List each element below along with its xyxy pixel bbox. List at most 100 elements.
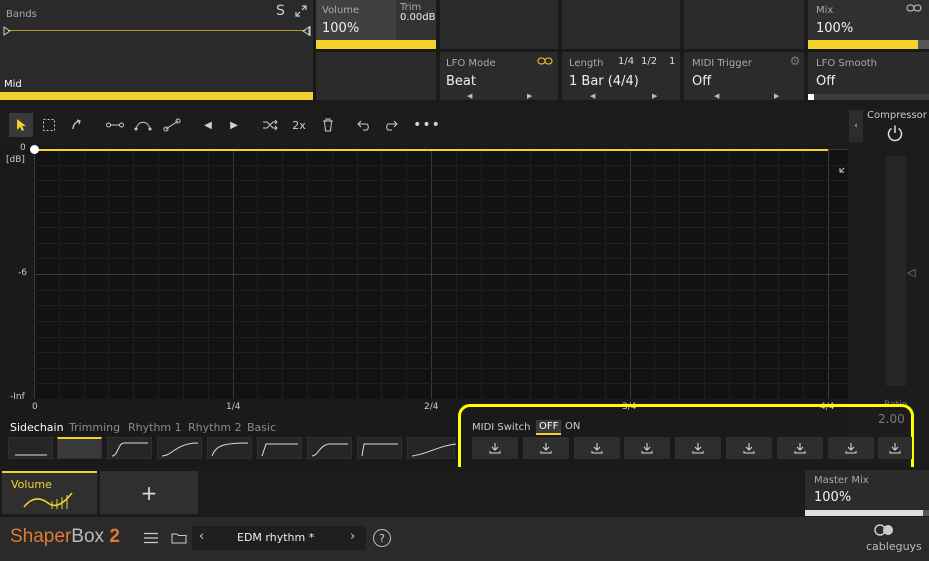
- lfo-mode-next-arrow[interactable]: ▶: [527, 92, 532, 100]
- preset-browser[interactable]: ‹ EDM rhythm * ›: [192, 526, 366, 550]
- y-tick-1: -6: [18, 268, 27, 278]
- lfo-smooth-label: LFO Smooth: [816, 58, 877, 69]
- mix-link-icon[interactable]: [906, 3, 922, 13]
- preset-shape-7[interactable]: [307, 437, 352, 459]
- shift-right-button[interactable]: ▶: [222, 113, 246, 137]
- crossover-right-handle[interactable]: [301, 25, 311, 36]
- preset-shape-4[interactable]: [157, 437, 202, 459]
- lfo-smooth-knob[interactable]: LFO Smooth Off: [808, 52, 929, 100]
- preset-tab-rhythm-2[interactable]: Rhythm 2: [188, 421, 242, 434]
- ramp-shape-button[interactable]: [160, 113, 184, 137]
- band-selected-bar[interactable]: [0, 92, 313, 100]
- band-crossover-line[interactable]: [8, 30, 306, 31]
- preset-shape-3[interactable]: [107, 437, 152, 459]
- crossover-left-handle[interactable]: [2, 25, 12, 36]
- download-icon: [743, 443, 755, 454]
- midi-slot-4[interactable]: [624, 437, 671, 459]
- shift-left-button[interactable]: ◀: [196, 113, 220, 137]
- preset-tab-rhythm-1[interactable]: Rhythm 1: [128, 421, 182, 434]
- bands-panel[interactable]: Bands S Mid: [0, 0, 313, 100]
- select-tool-button[interactable]: [37, 113, 61, 137]
- folder-button[interactable]: [168, 528, 190, 548]
- band-label: Mid: [4, 79, 22, 90]
- grid-line-h: [34, 195, 862, 197]
- volume-wave-icon: [22, 491, 74, 515]
- x-tick-2: 2/4: [424, 402, 439, 412]
- envelope-graph[interactable]: [34, 149, 862, 399]
- length-quarter-button[interactable]: 1/4: [618, 56, 634, 67]
- lfo-smooth-handle[interactable]: [808, 94, 814, 100]
- envelope-point[interactable]: [30, 145, 39, 154]
- expand-icon[interactable]: [294, 4, 308, 18]
- preset-tab-sidechain[interactable]: Sidechain: [10, 421, 64, 434]
- preset-shape-9[interactable]: [407, 437, 457, 459]
- add-tab-button[interactable]: +: [100, 471, 198, 514]
- length-one-button[interactable]: 1: [669, 56, 675, 67]
- length-next-arrow[interactable]: ▶: [652, 92, 657, 100]
- master-mix-track: [805, 510, 929, 516]
- y-tick-0: 0: [20, 143, 26, 153]
- preset-prev-arrow[interactable]: ‹: [199, 529, 204, 544]
- length-selector[interactable]: Length 1/4 1/2 1 1 Bar (4/4) ◀ ▶: [562, 52, 680, 100]
- midi-switch-label: MIDI Switch: [472, 422, 531, 433]
- grid-line-h: [34, 211, 862, 213]
- midi-slot-3[interactable]: [573, 437, 620, 459]
- curve-shape-button[interactable]: [131, 113, 155, 137]
- preset-shape-1[interactable]: [8, 437, 53, 459]
- grid-line-h: [34, 320, 862, 322]
- midi-slot-8[interactable]: [827, 437, 874, 459]
- midi-slot-2[interactable]: [522, 437, 569, 459]
- envelope-line[interactable]: [34, 149, 828, 151]
- bands-title: Bands: [6, 9, 37, 20]
- preset-shape-2[interactable]: [57, 437, 102, 459]
- length-prev-arrow[interactable]: ◀: [590, 92, 595, 100]
- trash-icon[interactable]: [316, 113, 340, 137]
- master-mix-knob[interactable]: Master Mix 100%: [805, 470, 929, 516]
- mix-knob[interactable]: Mix 100%: [808, 0, 929, 49]
- preset-shape-6[interactable]: [257, 437, 302, 459]
- midi-slot-9[interactable]: [878, 437, 913, 459]
- preset-shape-8[interactable]: [357, 437, 402, 459]
- multiply-button[interactable]: 2x: [287, 113, 311, 137]
- midi-trigger-selector[interactable]: MIDI Trigger ⚙ Off ◀ ▶: [684, 52, 804, 100]
- grid-line-h: [34, 367, 862, 369]
- undo-icon[interactable]: [353, 113, 377, 137]
- midi-slot-6[interactable]: [726, 437, 772, 459]
- midi-slot-5[interactable]: [675, 437, 722, 459]
- midi-trigger-prev-arrow[interactable]: ◀: [714, 92, 719, 100]
- threshold-handle[interactable]: ◁: [907, 266, 915, 279]
- lfo-mode-link-icon[interactable]: [537, 56, 553, 66]
- power-icon[interactable]: [884, 122, 906, 144]
- preset-tab-trimming[interactable]: Trimming: [69, 421, 120, 434]
- lfo-mode-selector[interactable]: LFO Mode Beat ◀ ▶: [440, 52, 558, 100]
- line-shape-button[interactable]: [103, 113, 127, 137]
- midi-switch-on-button[interactable]: ON: [565, 421, 580, 432]
- midi-switch-off-button[interactable]: OFF: [536, 420, 562, 435]
- lfo-mode-prev-arrow[interactable]: ◀: [467, 92, 472, 100]
- grid-line-h: [34, 242, 862, 244]
- draw-tool-button[interactable]: [65, 113, 89, 137]
- preset-shape-5[interactable]: [207, 437, 252, 459]
- more-options-icon[interactable]: •••: [413, 113, 440, 137]
- volume-tab[interactable]: Volume: [2, 471, 97, 514]
- midi-trigger-next-arrow[interactable]: ▶: [774, 92, 779, 100]
- gear-icon[interactable]: ⚙: [788, 54, 802, 68]
- download-icon: [641, 443, 653, 454]
- solo-button[interactable]: S: [276, 3, 285, 19]
- shuffle-icon[interactable]: [258, 113, 282, 137]
- x-tick-0: 0: [32, 402, 38, 412]
- midi-trigger-value: Off: [692, 74, 712, 89]
- collapse-compressor-button[interactable]: ‹: [849, 110, 863, 142]
- menu-button[interactable]: [140, 528, 162, 548]
- preset-next-arrow[interactable]: ›: [350, 529, 355, 544]
- redo-icon[interactable]: [378, 113, 402, 137]
- midi-slot-7[interactable]: [776, 437, 823, 459]
- midi-slot-1[interactable]: [472, 437, 518, 459]
- download-icon: [489, 443, 501, 454]
- length-half-button[interactable]: 1/2: [641, 56, 657, 67]
- preset-tab-basic[interactable]: Basic: [247, 421, 276, 434]
- compressor-meter[interactable]: [886, 156, 906, 386]
- help-button[interactable]: ?: [373, 529, 391, 547]
- pointer-tool-button[interactable]: [9, 113, 33, 137]
- mix-label: Mix: [816, 5, 834, 16]
